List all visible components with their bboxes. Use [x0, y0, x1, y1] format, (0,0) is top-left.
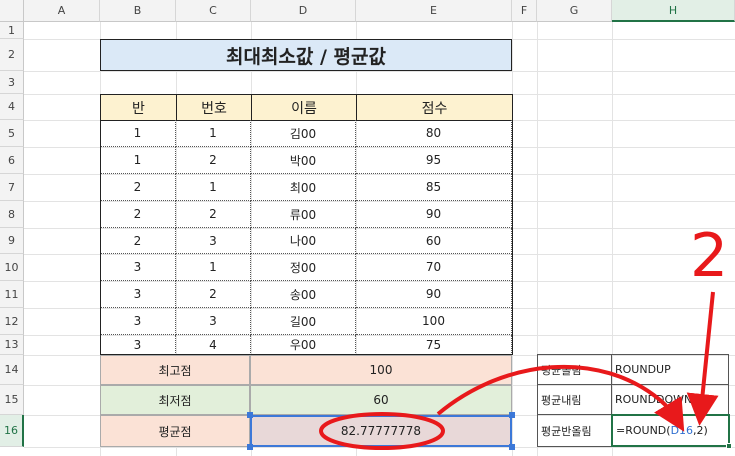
annotation-number: 2 [690, 221, 728, 291]
highlight-ellipse [319, 412, 445, 450]
annotation-overlay: 2 [319, 221, 728, 450]
curved-arrow [436, 364, 685, 432]
straight-arrow [686, 291, 719, 426]
